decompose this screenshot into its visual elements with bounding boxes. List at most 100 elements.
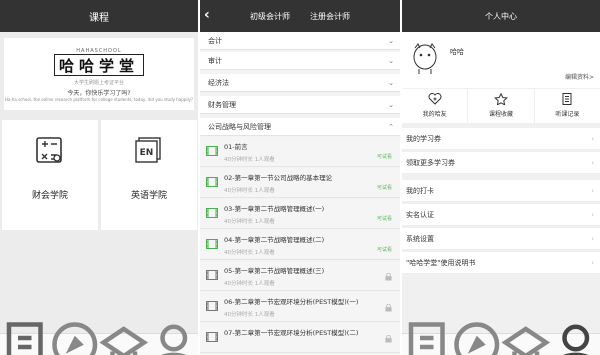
book-icon[interactable]	[0, 320, 50, 355]
action-label: 我的哈友	[422, 111, 447, 118]
chevron-down-icon: ⌄	[388, 101, 394, 109]
chevron-right-icon: ›	[591, 235, 594, 243]
profile-screen: 个人中心 哈哈 编辑资料> 我的哈友 课程收藏 听课记录 我的学习券 › 领取更…	[402, 0, 600, 355]
lesson-meta: 40分钟时长 1人观看	[224, 219, 275, 225]
menu-label: 我的打卡	[406, 187, 434, 195]
bottom-tab-bar	[0, 322, 198, 355]
action-listen-history[interactable]: 听课记录	[535, 89, 600, 123]
college-card-english[interactable]: EN 英语学院	[101, 120, 197, 230]
bottom-tab-bar	[402, 322, 600, 355]
menu-system-settings[interactable]: 系统设置 ›	[402, 228, 600, 250]
menu-user-manual[interactable]: "哈哈学堂"使用说明书 ›	[402, 252, 600, 274]
action-label: 课程收藏	[488, 111, 513, 118]
edit-profile-link[interactable]: 编辑资料>	[565, 72, 594, 81]
section-audit[interactable]: 审计 ⌄	[200, 52, 400, 70]
chevron-right-icon: ›	[591, 211, 594, 219]
lesson-title: 05-第一章第二节战略管理概述(三)	[224, 267, 325, 275]
chevron-left-icon[interactable]: ‹	[204, 6, 210, 24]
lesson-row[interactable]: 05-第一章第二节战略管理概述(三) 40分钟时长 1人观看	[200, 261, 400, 291]
lesson-title: 03-第一章第二节战略管理概述(一)	[224, 205, 325, 213]
lesson-row[interactable]: 07-第二章第一节宏观环境分析(PEST模型)(二)	[200, 323, 400, 353]
college-header: 课程	[0, 0, 198, 32]
section-financial-management[interactable]: 财务管理 ⌄	[200, 96, 400, 114]
lesson-row[interactable]: 03-第一章第二节战略管理概述(一) 40分钟时长 1人观看 可试看	[200, 199, 400, 229]
chevron-up-icon: ⌃	[388, 123, 394, 131]
compass-icon[interactable]	[50, 320, 100, 355]
cap-icon[interactable]	[501, 320, 551, 355]
lesson-title: 02-第一章第一节公司战略的基本理论	[224, 174, 333, 182]
course-header: ‹ 初级会计师 注册会计师	[200, 0, 400, 32]
lesson-row[interactable]: 06-第二章第一节宏观环境分析(PEST模型)(一) 40分钟时长 1人观看	[200, 292, 400, 322]
lesson-row[interactable]: 02-第一章第一节公司战略的基本理论 40分钟时长 1人观看 可试看	[200, 168, 400, 198]
school-logo: 哈哈学堂	[54, 54, 144, 76]
video-icon	[206, 270, 218, 280]
section-label: 会计	[208, 37, 222, 45]
banner-question: 今天，你快乐学习了吗?	[67, 90, 131, 97]
menu-real-name-auth[interactable]: 实名认证 ›	[402, 204, 600, 226]
tab-cpa[interactable]: 注册会计师	[310, 11, 350, 22]
menu-label: 领取更多学习券	[406, 159, 455, 167]
tab-junior-accountant[interactable]: 初级会计师	[250, 11, 290, 22]
menu-label: 我的学习券	[406, 135, 441, 143]
lesson-title: 07-第二章第一节宏观环境分析(PEST模型)(二)	[224, 329, 359, 337]
section-accounting[interactable]: 会计 ⌄	[200, 32, 400, 50]
user-icon[interactable]	[149, 320, 199, 355]
banner-english-text: Ha-ha school, the online research platfo…	[4, 97, 194, 102]
star-icon	[494, 93, 508, 105]
lesson-title: 06-第二章第一节宏观环境分析(PEST模型)(一)	[224, 298, 359, 306]
lesson-meta: 40分钟时长 1人观看	[224, 188, 275, 194]
app-screenshot-collage: 课程 HAHASCHOOL 哈哈学堂 大学生刷题上考证平台 今天，你快乐学习了吗…	[0, 0, 600, 355]
lesson-row[interactable]: 04-第一章第二节战略管理概述(二) 40分钟时长 1人观看 可试看	[200, 230, 400, 260]
menu-check-in[interactable]: 我的打卡 ›	[402, 180, 600, 202]
college-screen: 课程 HAHASCHOOL 哈哈学堂 大学生刷题上考证平台 今天，你快乐学习了吗…	[0, 0, 198, 355]
college-card-label: 英语学院	[130, 191, 167, 201]
section-strategy-risk[interactable]: 公司战略与风险管理 ⌃	[200, 118, 400, 136]
username: 哈哈	[450, 48, 464, 56]
video-icon	[206, 332, 218, 342]
avatar[interactable]	[412, 42, 438, 76]
section-economic-law[interactable]: 经济法 ⌄	[200, 74, 400, 92]
chevron-right-icon: ›	[591, 159, 594, 167]
lesson-meta: 40分钟时长 1人观看	[224, 312, 275, 318]
lock-icon	[385, 304, 392, 312]
lesson-row[interactable]: 01-前言 40分钟时长 1人观看 可试看	[200, 137, 400, 167]
section-label: 经济法	[208, 79, 229, 87]
school-banner[interactable]: HAHASCHOOL 哈哈学堂 大学生刷题上考证平台 今天，你快乐学习了吗? H…	[4, 38, 194, 110]
compass-icon[interactable]	[452, 320, 502, 355]
book-icon[interactable]	[402, 320, 452, 355]
menu-label: "哈哈学堂"使用说明书	[406, 259, 476, 267]
calculator-icon	[36, 137, 62, 163]
menu-label: 系统设置	[406, 235, 434, 243]
cap-icon[interactable]	[99, 320, 149, 355]
college-card-accounting[interactable]: 财会学院	[2, 120, 98, 230]
svg-text:EN: EN	[140, 148, 154, 158]
chevron-down-icon: ⌄	[388, 37, 394, 45]
chevron-right-icon: ›	[591, 259, 594, 267]
lock-icon	[385, 335, 392, 343]
chevron-right-icon: ›	[591, 135, 594, 143]
college-card-label: 财会学院	[31, 191, 68, 201]
heart-plus-icon	[428, 93, 442, 105]
profile-header-title: 个人中心	[485, 11, 517, 21]
profile-actions: 我的哈友 课程收藏 听课记录	[402, 89, 600, 123]
chevron-down-icon: ⌄	[388, 57, 394, 65]
college-header-title: 课程	[89, 12, 109, 24]
section-label: 财务管理	[208, 101, 236, 109]
logo-tagline: 大学生刷题上考证平台	[73, 80, 124, 86]
section-label: 公司战略与风险管理	[208, 123, 271, 131]
lesson-status: 可试看	[376, 247, 392, 253]
menu-get-vouchers[interactable]: 领取更多学习券 ›	[402, 152, 600, 174]
menu-label: 实名认证	[406, 211, 434, 219]
lesson-meta: 40分钟时长 1人观看	[224, 281, 275, 287]
lesson-title: 04-第一章第二节战略管理概述(二)	[224, 236, 325, 244]
action-course-favorites[interactable]: 课程收藏	[468, 89, 535, 123]
user-icon[interactable]	[551, 320, 600, 355]
lesson-meta: 40分钟时长 1人观看	[224, 157, 275, 163]
course-screen: ‹ 初级会计师 注册会计师 会计 ⌄ 审计 ⌄ 经济法 ⌄ 财务管理 ⌄ 公司战略与风险…	[200, 0, 400, 355]
lesson-title: 01-前言	[224, 143, 248, 151]
record-icon	[562, 93, 572, 105]
video-icon	[206, 208, 218, 218]
chevron-down-icon: ⌄	[388, 79, 394, 87]
action-my-friends[interactable]: 我的哈友	[402, 89, 469, 123]
menu-my-vouchers[interactable]: 我的学习券 ›	[402, 128, 600, 150]
